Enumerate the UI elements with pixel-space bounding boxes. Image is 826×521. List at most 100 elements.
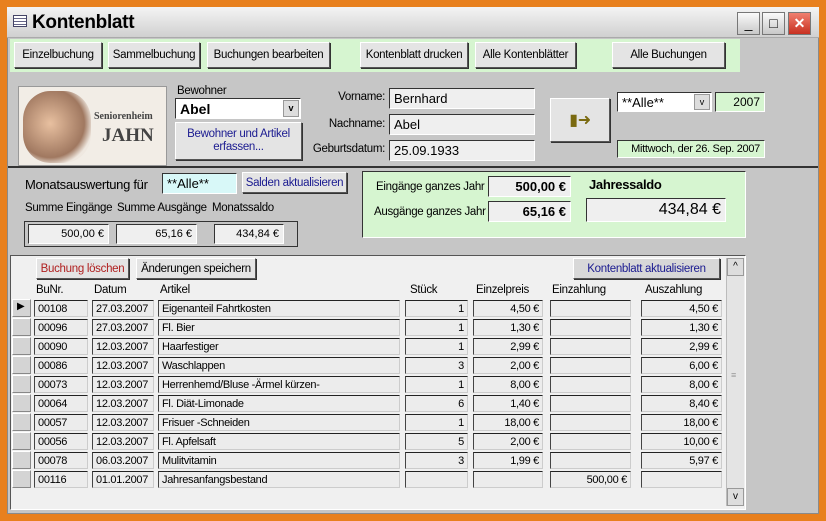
- monat-field[interactable]: **Alle**: [162, 173, 237, 194]
- cell-einzelpreis[interactable]: 1,40 €: [473, 395, 543, 412]
- cell-artikel[interactable]: Mulitvitamin: [158, 452, 400, 469]
- cell-einzahlung[interactable]: [550, 452, 631, 469]
- cell-auszahlung[interactable]: 10,00 €: [641, 433, 722, 450]
- cell-bunr[interactable]: 00116: [34, 471, 88, 488]
- cell-datum[interactable]: 06.03.2007: [92, 452, 154, 469]
- maximize-button[interactable]: □: [762, 12, 785, 35]
- year-field[interactable]: 2007: [715, 92, 765, 112]
- scroll-thumb[interactable]: ≡: [731, 370, 736, 380]
- cell-einzelpreis[interactable]: 1,99 €: [473, 452, 543, 469]
- cell-bunr[interactable]: 00057: [34, 414, 88, 431]
- cell-auszahlung[interactable]: 8,40 €: [641, 395, 722, 412]
- cell-datum[interactable]: 12.03.2007: [92, 338, 154, 355]
- cell-einzahlung[interactable]: [550, 338, 631, 355]
- minimize-button[interactable]: _: [737, 12, 760, 35]
- cell-stueck[interactable]: 1: [405, 414, 468, 431]
- cell-datum[interactable]: 27.03.2007: [92, 319, 154, 336]
- cell-datum[interactable]: 12.03.2007: [92, 357, 154, 374]
- buchungen-bearbeiten-button[interactable]: Buchungen bearbeiten: [207, 42, 330, 68]
- filter-combo[interactable]: **Alle** v: [617, 92, 712, 112]
- close-button[interactable]: ✕: [788, 12, 811, 35]
- cell-artikel[interactable]: Eigenanteil Fahrtkosten: [158, 300, 400, 317]
- scroll-down-icon[interactable]: v: [727, 488, 744, 506]
- buchung-loeschen-button[interactable]: Buchung löschen: [36, 258, 129, 279]
- cell-auszahlung[interactable]: 2,99 €: [641, 338, 722, 355]
- cell-artikel[interactable]: Fl. Diät-Limonade: [158, 395, 400, 412]
- aenderungen-speichern-button[interactable]: Änderungen speichern: [136, 258, 256, 279]
- cell-artikel[interactable]: Fl. Bier: [158, 319, 400, 336]
- sammelbuchung-button[interactable]: Sammelbuchung: [108, 42, 200, 68]
- cell-bunr[interactable]: 00108: [34, 300, 88, 317]
- vorname-field[interactable]: Bernhard: [389, 88, 535, 109]
- alle-buchungen-button[interactable]: Alle Buchungen: [612, 42, 725, 68]
- cell-einzelpreis[interactable]: 2,00 €: [473, 357, 543, 374]
- cell-artikel[interactable]: Haarfestiger: [158, 338, 400, 355]
- cell-einzahlung[interactable]: [550, 319, 631, 336]
- alle-kontenblaetter-button[interactable]: Alle Kontenblätter: [475, 42, 576, 68]
- cell-einzahlung[interactable]: 500,00 €: [550, 471, 631, 488]
- cell-einzahlung[interactable]: [550, 414, 631, 431]
- exit-door-button[interactable]: ▮➜: [550, 98, 610, 142]
- geburtsdatum-field[interactable]: 25.09.1933: [389, 140, 535, 161]
- record-selector[interactable]: [12, 375, 31, 393]
- cell-stueck[interactable]: 5: [405, 433, 468, 450]
- cell-datum[interactable]: 12.03.2007: [92, 376, 154, 393]
- chevron-down-icon[interactable]: v: [694, 94, 710, 110]
- record-selector[interactable]: [12, 413, 31, 431]
- cell-einzahlung[interactable]: [550, 395, 631, 412]
- cell-einzelpreis[interactable]: 2,00 €: [473, 433, 543, 450]
- cell-bunr[interactable]: 00078: [34, 452, 88, 469]
- cell-stueck[interactable]: 6: [405, 395, 468, 412]
- cell-stueck[interactable]: 3: [405, 452, 468, 469]
- record-selector[interactable]: ▶: [12, 299, 31, 317]
- salden-aktualisieren-button[interactable]: Salden aktualisieren: [242, 172, 347, 193]
- scrollbar[interactable]: ^ ≡ v: [726, 258, 744, 506]
- cell-bunr[interactable]: 00064: [34, 395, 88, 412]
- cell-stueck[interactable]: 3: [405, 357, 468, 374]
- cell-datum[interactable]: 27.03.2007: [92, 300, 154, 317]
- cell-bunr[interactable]: 00086: [34, 357, 88, 374]
- cell-einzahlung[interactable]: [550, 433, 631, 450]
- nachname-field[interactable]: Abel: [389, 114, 535, 135]
- cell-bunr[interactable]: 00096: [34, 319, 88, 336]
- record-selector[interactable]: [12, 451, 31, 469]
- record-selector[interactable]: [12, 470, 31, 488]
- record-selector[interactable]: [12, 432, 31, 450]
- cell-stueck[interactable]: 1: [405, 319, 468, 336]
- cell-stueck[interactable]: 1: [405, 300, 468, 317]
- cell-datum[interactable]: 12.03.2007: [92, 414, 154, 431]
- kontenblatt-aktualisieren-button[interactable]: Kontenblatt aktualisieren: [573, 258, 720, 279]
- cell-artikel[interactable]: Frisuer -Schneiden: [158, 414, 400, 431]
- cell-auszahlung[interactable]: 8,00 €: [641, 376, 722, 393]
- cell-auszahlung[interactable]: 1,30 €: [641, 319, 722, 336]
- cell-auszahlung[interactable]: 5,97 €: [641, 452, 722, 469]
- cell-einzelpreis[interactable]: 4,50 €: [473, 300, 543, 317]
- cell-stueck[interactable]: [405, 471, 468, 488]
- cell-bunr[interactable]: 00090: [34, 338, 88, 355]
- cell-artikel[interactable]: Jahresanfangsbestand: [158, 471, 400, 488]
- cell-stueck[interactable]: 1: [405, 376, 468, 393]
- cell-auszahlung[interactable]: 6,00 €: [641, 357, 722, 374]
- cell-einzelpreis[interactable]: [473, 471, 543, 488]
- cell-einzahlung[interactable]: [550, 357, 631, 374]
- cell-einzelpreis[interactable]: 18,00 €: [473, 414, 543, 431]
- record-selector[interactable]: [12, 318, 31, 336]
- cell-einzelpreis[interactable]: 1,30 €: [473, 319, 543, 336]
- bewohner-artikel-button[interactable]: Bewohner und Artikel erfassen...: [175, 122, 302, 160]
- cell-artikel[interactable]: Herrenhemd/Bluse -Ärmel kürzen-: [158, 376, 400, 393]
- cell-datum[interactable]: 01.01.2007: [92, 471, 154, 488]
- cell-einzahlung[interactable]: [550, 376, 631, 393]
- cell-einzelpreis[interactable]: 2,99 €: [473, 338, 543, 355]
- bewohner-combo[interactable]: Abel v: [175, 98, 301, 119]
- cell-auszahlung[interactable]: 4,50 €: [641, 300, 722, 317]
- cell-stueck[interactable]: 1: [405, 338, 468, 355]
- record-selector[interactable]: [12, 394, 31, 412]
- cell-einzelpreis[interactable]: 8,00 €: [473, 376, 543, 393]
- cell-einzahlung[interactable]: [550, 300, 631, 317]
- cell-artikel[interactable]: Fl. Apfelsaft: [158, 433, 400, 450]
- cell-bunr[interactable]: 00073: [34, 376, 88, 393]
- scroll-up-icon[interactable]: ^: [727, 258, 744, 276]
- record-selector[interactable]: [12, 337, 31, 355]
- cell-auszahlung[interactable]: 18,00 €: [641, 414, 722, 431]
- record-selector[interactable]: [12, 356, 31, 374]
